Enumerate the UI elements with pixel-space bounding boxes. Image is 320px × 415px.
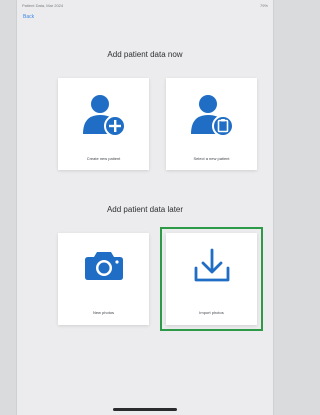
tablet-screen: Patient Data, Mar 2024 79% Back Add pati…	[17, 0, 273, 415]
new-photos-label: New photos	[92, 310, 115, 315]
add-now-title: Add patient data now	[107, 50, 183, 59]
select-patient-icon	[190, 95, 234, 137]
add-later-title: Add patient data later	[106, 205, 184, 214]
select-patient-label: Select a new patient	[193, 156, 230, 161]
add-patient-icon	[82, 95, 126, 137]
select-patient-card[interactable]: Select a new patient	[166, 78, 257, 170]
camera-icon	[84, 252, 123, 280]
import-photos-card[interactable]: Import photos	[160, 227, 263, 331]
create-new-patient-card[interactable]: Create new patient	[58, 78, 149, 170]
back-button[interactable]: Back	[23, 14, 34, 20]
download-icon	[194, 248, 229, 282]
status-bar-left-text: Patient Data, Mar 2024	[22, 3, 64, 8]
battery-indicator: 79%	[259, 3, 268, 8]
import-photos-label: Import photos	[199, 310, 224, 315]
new-photos-card[interactable]: New photos	[58, 233, 149, 325]
create-new-patient-label: Create new patient	[86, 156, 121, 161]
home-indicator[interactable]	[113, 408, 177, 411]
status-bar: Patient Data, Mar 2024 79%	[17, 0, 273, 12]
